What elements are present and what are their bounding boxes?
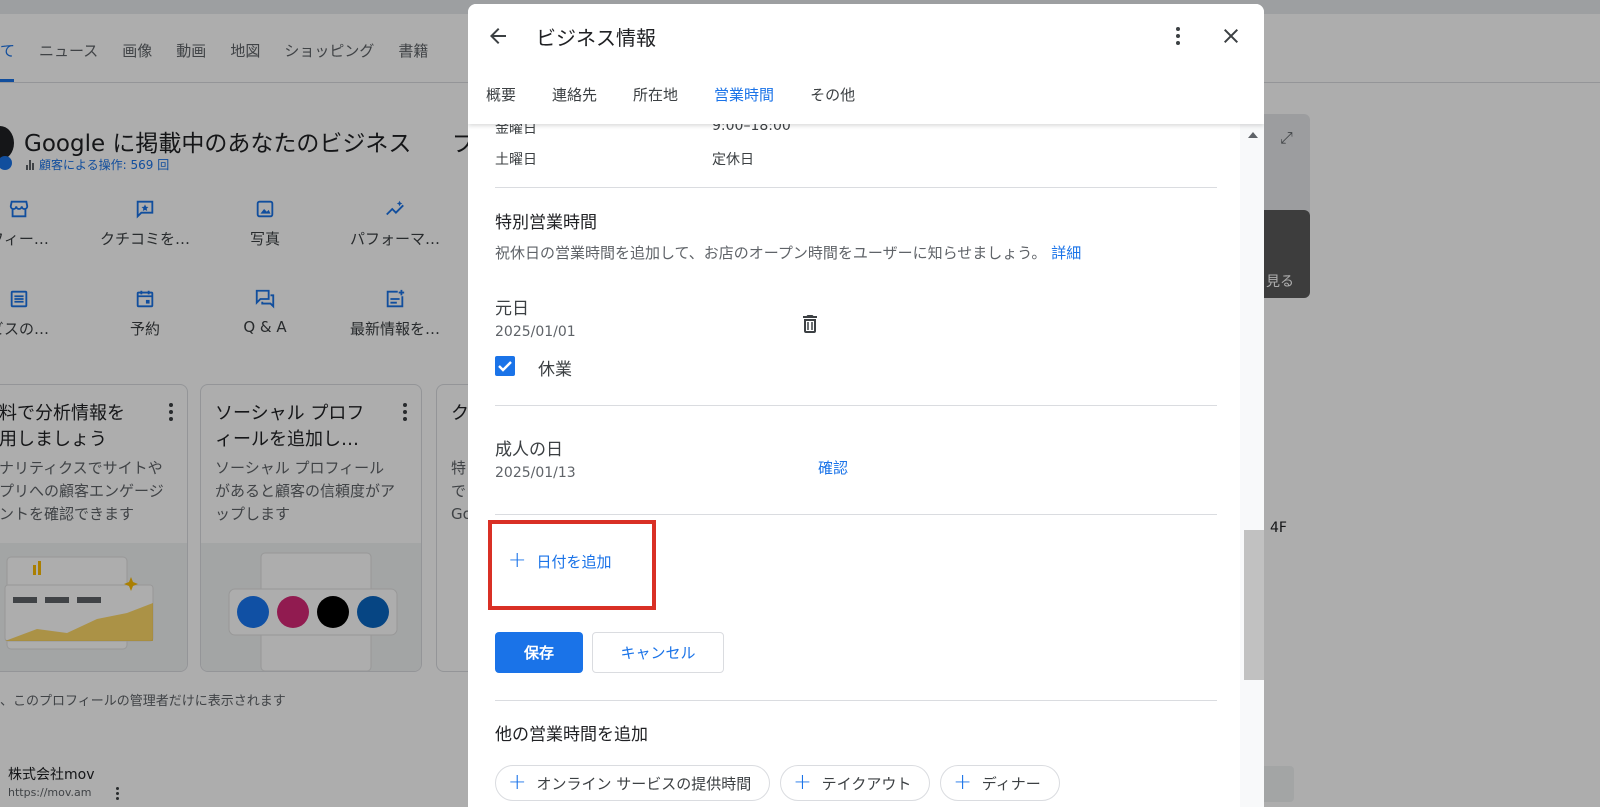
cancel-button[interactable]: キャンセル <box>592 632 724 673</box>
tab-overview[interactable]: 概要 <box>486 84 516 117</box>
special-hours-desc-text: 祝休日の営業時間を追加して、お店のオープン時間をユーザーに知らせましょう。 <box>495 244 1047 262</box>
dialog-header: ビジネス情報 概要 連絡先 所在地 営業時間 その他 <box>468 4 1264 124</box>
divider <box>495 700 1217 701</box>
special-hours-desc: 祝休日の営業時間を追加して、お店のオープン時間をユーザーに知らせましょう。 詳細 <box>495 242 1081 263</box>
delete-icon[interactable] <box>798 312 822 336</box>
plus-icon: + <box>953 770 972 795</box>
other-hours-title: 他の営業時間を追加 <box>495 725 648 745</box>
closed-label: 休業 <box>538 360 572 380</box>
save-button[interactable]: 保存 <box>495 632 583 673</box>
more-vert-icon[interactable] <box>1166 24 1190 48</box>
dialog-tabs: 概要 連絡先 所在地 営業時間 その他 <box>486 84 855 117</box>
dialog-title: ビジネス情報 <box>536 26 656 50</box>
holiday-date-comingofage: 2025/01/13 <box>495 465 576 481</box>
add-date-button[interactable]: + 日付を追加 <box>508 550 611 572</box>
tab-hours[interactable]: 営業時間 <box>714 84 774 117</box>
business-info-dialog: ビジネス情報 概要 連絡先 所在地 営業時間 その他 金曜日 9:00–18:0… <box>468 4 1264 807</box>
hours-value-saturday: 定休日 <box>712 152 754 168</box>
tab-more[interactable]: その他 <box>810 84 855 117</box>
hours-value-friday: 9:00–18:00 <box>712 124 791 134</box>
holiday-name-newyear: 元日 <box>495 299 529 319</box>
tab-contact[interactable]: 連絡先 <box>552 84 597 117</box>
plus-icon: + <box>793 770 812 795</box>
check-icon <box>498 361 512 372</box>
closed-checkbox[interactable] <box>495 356 515 376</box>
special-hours-title: 特別営業時間 <box>495 213 597 233</box>
details-link[interactable]: 詳細 <box>1051 244 1081 262</box>
confirm-link[interactable]: 確認 <box>818 457 848 478</box>
close-icon[interactable] <box>1219 24 1243 48</box>
dialog-content: 金曜日 9:00–18:00 土曜日 定休日 特別営業時間 祝休日の営業時間を追… <box>468 124 1244 807</box>
hours-day-saturday: 土曜日 <box>495 152 537 168</box>
chip-takeout[interactable]: + テイクアウト <box>780 765 931 801</box>
add-date-label: 日付を追加 <box>536 552 612 571</box>
tab-location[interactable]: 所在地 <box>633 84 678 117</box>
holiday-name-comingofage: 成人の日 <box>495 440 563 460</box>
scrollbar[interactable] <box>1240 124 1264 807</box>
plus-icon: + <box>508 548 527 573</box>
plus-icon: + <box>508 770 527 795</box>
divider <box>495 187 1217 188</box>
scroll-thumb[interactable] <box>1244 530 1264 680</box>
hours-day-friday: 金曜日 <box>495 124 537 137</box>
chip-online-service[interactable]: + オンライン サービスの提供時間 <box>495 765 771 801</box>
holiday-date-newyear: 2025/01/01 <box>495 324 576 340</box>
divider <box>495 405 1217 406</box>
scroll-up-arrow-icon[interactable] <box>1248 132 1258 138</box>
other-hours-chips: + オンライン サービスの提供時間 + テイクアウト + ディナー <box>495 765 1060 801</box>
chip-dinner[interactable]: + ディナー <box>940 765 1060 801</box>
back-arrow-icon[interactable] <box>486 24 510 48</box>
divider <box>495 514 1217 515</box>
